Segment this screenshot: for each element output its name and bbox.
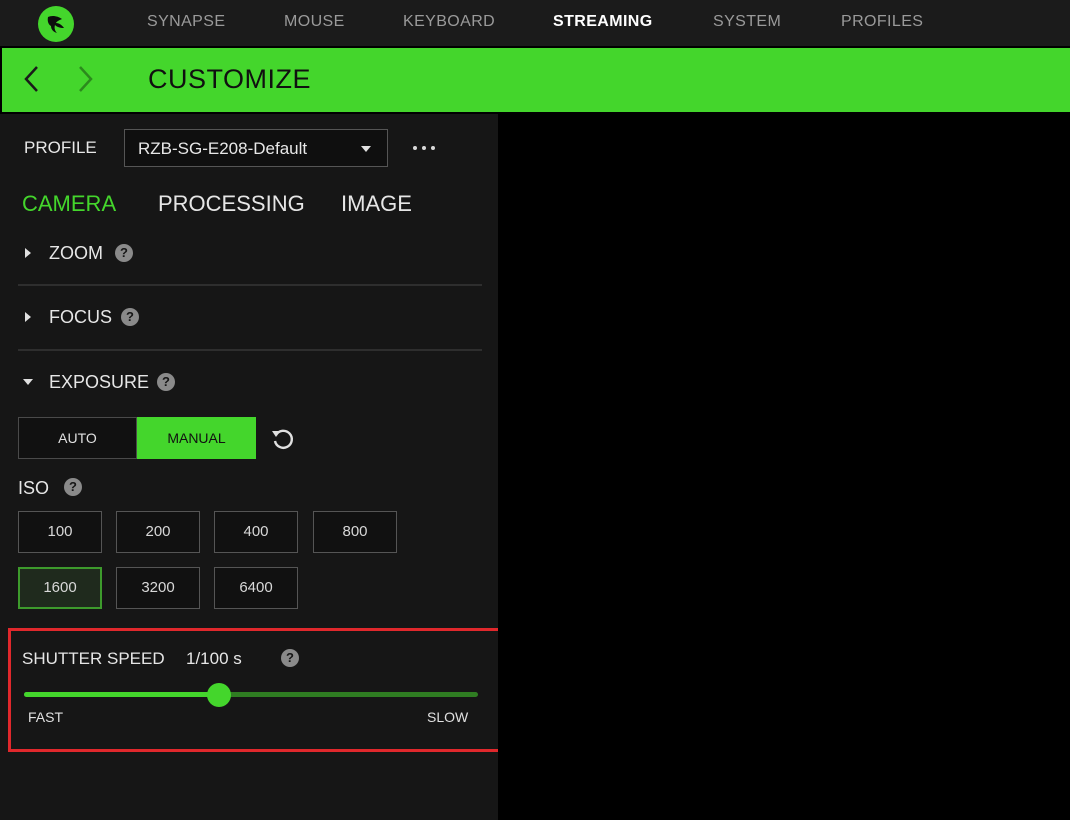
tab-processing[interactable]: PROCESSING — [158, 191, 305, 217]
iso-option-1600[interactable]: 1600 — [18, 567, 102, 609]
slider-fill — [24, 692, 220, 697]
settings-panel: PROFILE RZB-SG-E208-Default CAMERA PROCE… — [0, 114, 502, 820]
slider-max-label: SLOW — [427, 709, 469, 725]
iso-option-800[interactable]: 800 — [313, 511, 397, 553]
help-icon[interactable]: ? — [115, 244, 133, 262]
shutter-speed-value: 1/100 s — [186, 649, 242, 668]
shutter-speed-slider[interactable] — [24, 683, 478, 707]
customize-header: CUSTOMIZE — [2, 48, 1070, 112]
divider — [18, 349, 482, 351]
nav-system[interactable]: SYSTEM — [713, 13, 781, 31]
nav-keyboard[interactable]: KEYBOARD — [403, 13, 495, 31]
section-focus-label: FOCUS — [49, 307, 112, 327]
top-nav: SYNAPSE MOUSE KEYBOARD STREAMING SYSTEM … — [0, 0, 1070, 46]
help-icon[interactable]: ? — [281, 649, 299, 667]
divider — [18, 284, 482, 286]
tab-camera[interactable]: CAMERA — [22, 191, 116, 217]
shutter-speed-highlight — [8, 628, 502, 752]
chevron-right-icon[interactable] — [70, 62, 100, 96]
profile-dropdown[interactable]: RZB-SG-E208-Default — [124, 129, 388, 167]
iso-option-6400[interactable]: 6400 — [214, 567, 298, 609]
more-options-icon[interactable] — [412, 136, 438, 156]
exposure-manual-button[interactable]: MANUAL — [137, 417, 256, 459]
tab-image[interactable]: IMAGE — [341, 191, 412, 217]
shutter-speed-label: SHUTTER SPEED — [22, 649, 165, 668]
iso-option-400[interactable]: 400 — [214, 511, 298, 553]
razer-logo-icon[interactable] — [38, 6, 74, 42]
nav-mouse[interactable]: MOUSE — [284, 13, 345, 31]
iso-option-100[interactable]: 100 — [18, 511, 102, 553]
chevron-left-icon[interactable] — [18, 62, 48, 96]
exposure-auto-button[interactable]: AUTO — [18, 417, 137, 459]
expand-right-icon — [25, 312, 31, 322]
collapse-down-icon — [23, 379, 33, 385]
iso-option-200[interactable]: 200 — [116, 511, 200, 553]
nav-profiles[interactable]: PROFILES — [841, 13, 923, 31]
help-icon[interactable]: ? — [157, 373, 175, 391]
reset-icon[interactable] — [270, 426, 296, 452]
caret-down-icon — [361, 146, 371, 152]
section-exposure-label: EXPOSURE — [49, 372, 150, 392]
iso-option-3200[interactable]: 3200 — [116, 567, 200, 609]
page-title: CUSTOMIZE — [148, 64, 312, 94]
nav-streaming[interactable]: STREAMING — [553, 13, 653, 31]
profile-dropdown-value: RZB-SG-E208-Default — [138, 139, 308, 158]
help-icon[interactable]: ? — [64, 478, 82, 496]
iso-label: ISO — [18, 478, 50, 498]
expand-right-icon — [25, 248, 31, 258]
camera-preview — [498, 114, 1070, 820]
help-icon[interactable]: ? — [121, 308, 139, 326]
profile-label: PROFILE — [24, 138, 97, 157]
section-zoom-label: ZOOM — [49, 243, 103, 263]
nav-synapse[interactable]: SYNAPSE — [147, 13, 225, 31]
slider-min-label: FAST — [28, 709, 64, 725]
